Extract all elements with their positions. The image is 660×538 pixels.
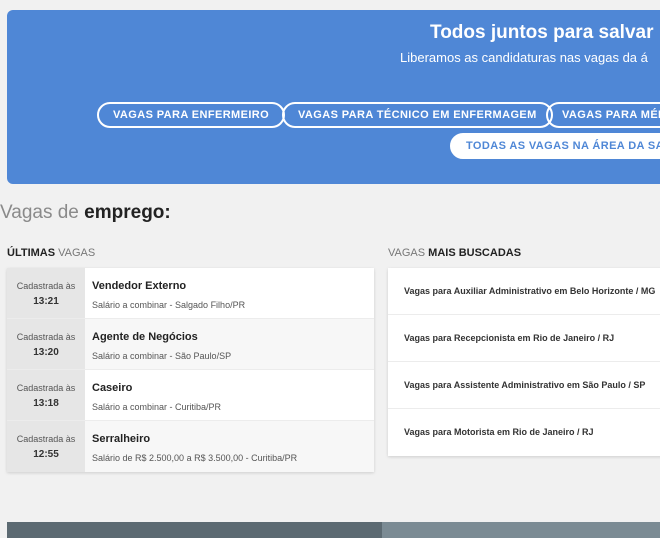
section-title-light: Vagas de <box>0 202 79 223</box>
job-posted-label: Cadastrada às <box>16 434 76 444</box>
nursing-technician-jobs-button[interactable]: VAGAS PARA TÉCNICO EM ENFERMAGEM <box>282 102 553 128</box>
job-posted-label: Cadastrada às <box>16 332 76 342</box>
all-health-jobs-button[interactable]: TODAS AS VAGAS NA ÁREA DA SAÚ <box>450 133 660 159</box>
job-row[interactable]: Cadastrada às 13:20 Agente de Negócios S… <box>7 319 374 370</box>
searched-heading-bold: MAIS BUSCADAS <box>428 247 522 259</box>
job-time-cell: Cadastrada às 13:21 <box>7 268 85 318</box>
footer-bar-left <box>7 522 382 538</box>
doctor-jobs-button[interactable]: VAGAS PARA MÉD <box>546 102 660 128</box>
most-searched-list: Vagas para Auxiliar Administrativo em Be… <box>388 268 660 456</box>
section-title: Vagas de emprego: <box>0 202 171 224</box>
latest-jobs-heading: ÚLTIMAS VAGAS <box>7 247 95 259</box>
nurse-jobs-button[interactable]: VAGAS PARA ENFERMEIRO <box>97 102 286 128</box>
job-detail: Salário a combinar - Curitiba/PR <box>92 402 222 412</box>
job-row[interactable]: Cadastrada às 12:55 Serralheiro Salário … <box>7 421 374 472</box>
job-title[interactable]: Caseiro <box>92 382 221 394</box>
searched-heading-light: VAGAS <box>388 247 426 259</box>
job-row[interactable]: Cadastrada às 13:18 Caseiro Salário a co… <box>7 370 374 421</box>
job-time: 12:55 <box>33 449 59 460</box>
job-detail: Salário a combinar - São Paulo/SP <box>92 351 232 361</box>
job-title[interactable]: Agente de Negócios <box>92 331 231 343</box>
job-title[interactable]: Vendedor Externo <box>92 280 245 292</box>
job-time-cell: Cadastrada às 13:18 <box>7 370 85 420</box>
most-searched-heading: VAGAS MAIS BUSCADAS <box>388 247 521 259</box>
searched-link[interactable]: Vagas para Recepcionista em Rio de Janei… <box>388 315 660 362</box>
latest-jobs-list: Cadastrada às 13:21 Vendedor Externo Sal… <box>7 268 374 472</box>
searched-link[interactable]: Vagas para Auxiliar Administrativo em Be… <box>388 268 660 315</box>
banner-title: Todos juntos para salvar <box>430 22 654 43</box>
job-posted-label: Cadastrada às <box>16 281 76 291</box>
job-row[interactable]: Cadastrada às 13:21 Vendedor Externo Sal… <box>7 268 374 319</box>
banner-subtitle: Liberamos as candidaturas nas vagas da á <box>400 50 648 65</box>
job-time: 13:20 <box>33 347 59 358</box>
job-detail: Salário a combinar - Salgado Filho/PR <box>92 300 246 310</box>
section-title-bold: emprego: <box>84 202 171 223</box>
job-posted-label: Cadastrada às <box>16 383 76 393</box>
latest-heading-bold: ÚLTIMAS <box>7 247 56 259</box>
job-time-cell: Cadastrada às 12:55 <box>7 421 85 472</box>
latest-heading-light: VAGAS <box>58 247 96 259</box>
job-title[interactable]: Serralheiro <box>92 433 297 445</box>
job-time-cell: Cadastrada às 13:20 <box>7 319 85 369</box>
searched-link[interactable]: Vagas para Assistente Administrativo em … <box>388 362 660 409</box>
job-detail: Salário de R$ 2.500,00 a R$ 3.500,00 - C… <box>92 453 298 463</box>
job-time: 13:21 <box>33 296 59 307</box>
searched-link[interactable]: Vagas para Motorista em Rio de Janeiro /… <box>388 409 660 456</box>
job-time: 13:18 <box>33 398 59 409</box>
footer-bar-right <box>382 522 660 538</box>
